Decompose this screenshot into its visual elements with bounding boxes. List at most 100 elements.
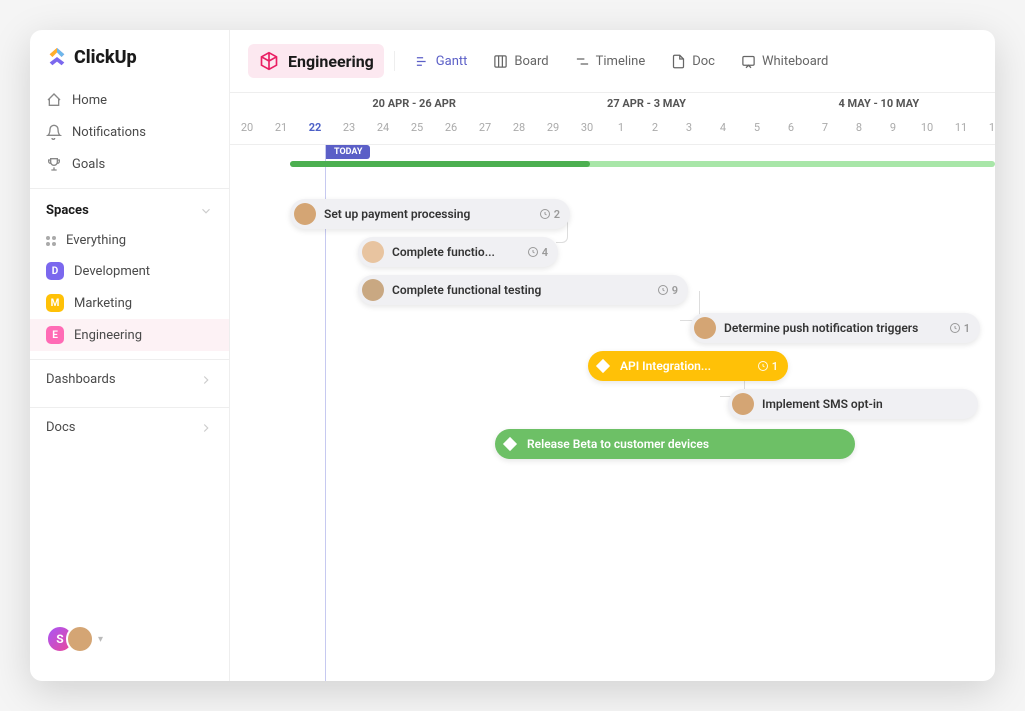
day-cell[interactable]: 2 xyxy=(638,115,672,144)
space-engineering[interactable]: E Engineering xyxy=(30,319,229,351)
task-label: Set up payment processing xyxy=(324,207,470,221)
task-count: 4 xyxy=(527,246,548,259)
task-label: Release Beta to customer devices xyxy=(527,437,709,451)
dashboards-section[interactable]: Dashboards xyxy=(30,359,229,399)
day-cell[interactable]: 8 xyxy=(842,115,876,144)
task-count: 9 xyxy=(657,284,678,297)
whiteboard-icon xyxy=(741,54,756,69)
chevron-down-icon xyxy=(199,204,213,218)
app-window: ClickUp Home Notifications Goals Spaces … xyxy=(30,30,995,681)
task-count: 1 xyxy=(757,360,778,373)
task-label: Complete functio... xyxy=(392,245,495,259)
task-label: Implement SMS opt-in xyxy=(762,397,883,411)
task-bar[interactable]: Determine push notification triggers 1 xyxy=(690,313,980,343)
task-bar-milestone[interactable]: Release Beta to customer devices xyxy=(495,429,855,459)
diamond-icon xyxy=(503,437,517,451)
logo-text: ClickUp xyxy=(74,47,137,68)
day-cell[interactable]: 9 xyxy=(876,115,910,144)
docs-section[interactable]: Docs xyxy=(30,407,229,447)
diamond-icon xyxy=(596,359,610,373)
space-development[interactable]: D Development xyxy=(30,255,229,287)
task-count: 2 xyxy=(539,208,560,221)
day-cell[interactable]: 1 xyxy=(604,115,638,144)
space-label: Marketing xyxy=(74,296,132,311)
nav-home[interactable]: Home xyxy=(30,84,229,116)
view-timeline[interactable]: Timeline xyxy=(565,48,656,75)
day-cell[interactable]: 21 xyxy=(264,115,298,144)
day-cell[interactable]: 22 xyxy=(298,115,332,144)
task-bar-milestone[interactable]: API Integration... 1 xyxy=(588,351,788,381)
user-avatars[interactable]: S ▾ xyxy=(30,613,229,665)
subtask-icon xyxy=(539,208,551,220)
sidebar: ClickUp Home Notifications Goals Spaces … xyxy=(30,30,230,681)
day-cell[interactable]: 4 xyxy=(706,115,740,144)
space-badge: E xyxy=(46,326,64,344)
logo[interactable]: ClickUp xyxy=(30,46,229,84)
day-cell[interactable]: 11 xyxy=(944,115,978,144)
gantt-chart[interactable]: 20 APR - 26 APR 27 APR - 3 MAY 4 MAY - 1… xyxy=(230,93,995,681)
task-bar[interactable]: Implement SMS opt-in xyxy=(728,389,978,419)
board-icon xyxy=(493,54,508,69)
week-row: 20 APR - 26 APR 27 APR - 3 MAY 4 MAY - 1… xyxy=(230,93,995,115)
project-chip[interactable]: Engineering xyxy=(248,44,384,78)
day-cell[interactable]: 20 xyxy=(230,115,264,144)
subtask-icon xyxy=(527,246,539,258)
day-cell[interactable]: 28 xyxy=(502,115,536,144)
spaces-header[interactable]: Spaces xyxy=(30,188,229,226)
day-cell[interactable]: 7 xyxy=(808,115,842,144)
task-bar[interactable]: Set up payment processing 2 xyxy=(290,199,570,229)
space-badge: M xyxy=(46,294,64,312)
day-cell[interactable]: 27 xyxy=(468,115,502,144)
toolbar: Engineering Gantt Board Timeline Doc W xyxy=(230,30,995,93)
space-badge: D xyxy=(46,262,64,280)
doc-icon xyxy=(671,54,686,69)
day-cell[interactable]: 24 xyxy=(366,115,400,144)
dropdown-caret-icon[interactable]: ▾ xyxy=(98,634,103,645)
gantt-icon xyxy=(415,54,430,69)
chevron-right-icon xyxy=(199,373,213,387)
view-board[interactable]: Board xyxy=(483,48,558,75)
view-whiteboard[interactable]: Whiteboard xyxy=(731,48,838,75)
subtask-icon xyxy=(657,284,669,296)
nav-label: Home xyxy=(72,93,107,108)
subtask-icon xyxy=(757,360,769,372)
task-label: API Integration... xyxy=(620,359,711,373)
day-cell[interactable]: 10 xyxy=(910,115,944,144)
day-cell[interactable]: 5 xyxy=(740,115,774,144)
gantt-header: 20 APR - 26 APR 27 APR - 3 MAY 4 MAY - 1… xyxy=(230,93,995,145)
task-count: 1 xyxy=(949,322,970,335)
nav-label: Goals xyxy=(72,157,105,172)
nav-goals[interactable]: Goals xyxy=(30,148,229,180)
day-cell[interactable]: 25 xyxy=(400,115,434,144)
week-label: 20 APR - 26 APR xyxy=(298,93,530,115)
avatar xyxy=(362,241,384,263)
day-cell[interactable]: 26 xyxy=(434,115,468,144)
avatar xyxy=(294,203,316,225)
timeline-icon xyxy=(575,54,590,69)
day-row: 2021222324252627282930123456789101112 xyxy=(230,115,995,145)
bell-icon xyxy=(46,124,62,140)
day-cell[interactable]: 30 xyxy=(570,115,604,144)
view-doc[interactable]: Doc xyxy=(661,48,725,75)
day-cell[interactable]: 23 xyxy=(332,115,366,144)
divider xyxy=(394,51,395,71)
space-everything[interactable]: Everything xyxy=(30,226,229,255)
day-cell[interactable]: 6 xyxy=(774,115,808,144)
task-bar[interactable]: Complete functio... 4 xyxy=(358,237,558,267)
task-label: Determine push notification triggers xyxy=(724,321,918,335)
task-bar[interactable]: Complete functional testing 9 xyxy=(358,275,688,305)
space-marketing[interactable]: M Marketing xyxy=(30,287,229,319)
everything-icon xyxy=(46,236,56,246)
today-label: TODAY xyxy=(326,145,370,159)
nav-notifications[interactable]: Notifications xyxy=(30,116,229,148)
gantt-progress-fill xyxy=(290,161,590,167)
cube-icon xyxy=(258,50,280,72)
home-icon xyxy=(46,92,62,108)
view-gantt[interactable]: Gantt xyxy=(405,48,478,75)
project-name: Engineering xyxy=(288,52,374,71)
day-cell[interactable]: 3 xyxy=(672,115,706,144)
clickup-logo-icon xyxy=(46,46,68,68)
chevron-right-icon xyxy=(199,421,213,435)
day-cell[interactable]: 12 xyxy=(978,115,995,144)
day-cell[interactable]: 29 xyxy=(536,115,570,144)
